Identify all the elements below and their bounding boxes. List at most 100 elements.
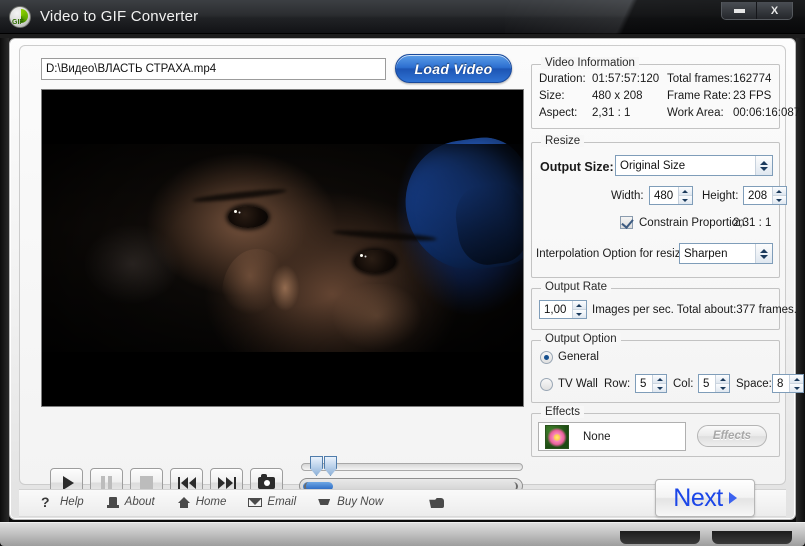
- general-label: General: [558, 351, 599, 363]
- output-option-legend: Output Option: [541, 333, 621, 345]
- row-stepper[interactable]: [652, 375, 666, 392]
- window-controls: X: [721, 2, 793, 20]
- frame-rate-label: Frame Rate:: [667, 90, 731, 102]
- width-down-icon: [678, 195, 692, 204]
- output-size-label: Output Size:: [540, 160, 614, 174]
- nose-highlight: [267, 264, 303, 324]
- space-up-icon: [790, 375, 803, 383]
- about-button[interactable]: About: [106, 495, 155, 509]
- space-input[interactable]: 8: [772, 374, 804, 393]
- width-input[interactable]: 480: [649, 186, 693, 205]
- effect-preview[interactable]: None: [538, 422, 686, 451]
- email-button[interactable]: Email: [248, 495, 296, 509]
- height-stepper[interactable]: [771, 187, 786, 204]
- col-input[interactable]: 5: [698, 374, 730, 393]
- buy-now-label: Buy Now: [337, 496, 384, 508]
- play-icon: [62, 475, 74, 490]
- general-radio[interactable]: [540, 351, 553, 364]
- client-area: D:\Видео\ВЛАСТЬ СТРАХА.mp4 Load Video Vi…: [9, 38, 804, 520]
- help-button[interactable]: ? Help: [41, 495, 84, 509]
- effect-name: None: [583, 430, 611, 443]
- tvwall-radio[interactable]: [540, 378, 553, 391]
- constrain-proportion-label: Constrain Proportion: [639, 217, 745, 229]
- output-rate-group: Output Rate 1,00 Images per sec. Total a…: [531, 281, 797, 330]
- output-rate-description: Images per sec. Total about:377 frames.: [592, 304, 797, 316]
- constrain-proportion-ratio: 2,31 : 1: [733, 217, 772, 229]
- title-bar: GIF Video to GIF Converter X: [0, 0, 805, 34]
- height-input[interactable]: 208: [743, 186, 787, 205]
- buy-now-button[interactable]: Buy Now: [318, 495, 383, 509]
- rate-down-icon: [572, 309, 586, 318]
- space-stepper[interactable]: [789, 375, 803, 392]
- brow-left: [191, 187, 288, 204]
- range-slider-track[interactable]: [301, 456, 523, 476]
- space-down-icon: [790, 383, 803, 392]
- output-rate-stepper[interactable]: [571, 301, 586, 318]
- work-area-value: 00:06:16:087: [733, 107, 801, 119]
- interpolation-select[interactable]: Sharpen: [679, 243, 773, 264]
- size-value: 480 x 208: [592, 90, 643, 102]
- envelope-icon: [248, 495, 263, 509]
- row-up-icon: [653, 375, 666, 383]
- load-video-label: Load Video: [414, 60, 493, 77]
- output-rate-legend: Output Rate: [541, 281, 612, 293]
- eye-glint-right: [360, 254, 363, 257]
- window-title: Video to GIF Converter: [40, 8, 199, 25]
- minimize-icon: [733, 8, 745, 13]
- row-value: 5: [640, 377, 647, 390]
- range-marker-end[interactable]: [324, 456, 337, 476]
- row-down-icon: [653, 383, 666, 392]
- close-button[interactable]: X: [757, 2, 792, 19]
- effects-legend: Effects: [541, 406, 584, 418]
- chevron-right-icon: [728, 492, 737, 504]
- next-label: Next: [673, 483, 723, 512]
- camera-icon: [258, 473, 275, 489]
- col-value: 5: [703, 377, 710, 390]
- book-icon: [106, 495, 120, 509]
- width-stepper[interactable]: [677, 187, 692, 204]
- load-video-button[interactable]: Load Video: [395, 54, 512, 83]
- home-button[interactable]: Home: [177, 495, 226, 509]
- range-marker-start[interactable]: [310, 456, 323, 476]
- stop-icon: [140, 476, 153, 489]
- minimize-button[interactable]: [722, 2, 757, 19]
- output-rate-input[interactable]: 1,00: [539, 300, 587, 319]
- rate-up-icon: [572, 301, 586, 309]
- interpolation-label: Interpolation Option for resize:: [536, 248, 691, 260]
- question-mark-icon: ?: [41, 494, 50, 510]
- house-icon: [177, 495, 191, 509]
- total-frames-label: Total frames:: [667, 73, 733, 85]
- video-frame-image: [42, 131, 523, 364]
- next-button[interactable]: Next: [655, 479, 755, 517]
- video-preview[interactable]: [41, 89, 524, 407]
- resize-legend: Resize: [541, 135, 585, 147]
- about-label: About: [124, 496, 155, 508]
- base-foot-left: [620, 531, 700, 544]
- height-value: 208: [748, 189, 768, 202]
- col-label: Col:: [673, 378, 694, 390]
- constrain-proportion-checkbox[interactable]: [620, 216, 633, 229]
- work-area-label: Work Area:: [667, 107, 724, 119]
- email-label: Email: [267, 496, 297, 508]
- help-label: Help: [60, 496, 84, 508]
- open-folder-button[interactable]: [429, 495, 448, 509]
- gif-pie-icon: GIF: [9, 6, 31, 28]
- window-base-bar: [0, 522, 805, 546]
- effects-button[interactable]: Effects: [697, 425, 767, 447]
- interpolation-chevron-icon[interactable]: [755, 244, 772, 263]
- row-label: Row:: [604, 378, 631, 390]
- output-size-chevron-icon[interactable]: [755, 156, 772, 175]
- letterbox-top: [42, 90, 523, 144]
- total-frames-value: 162774: [733, 73, 772, 85]
- row-input[interactable]: 5: [635, 374, 667, 393]
- shopping-cart-icon: [318, 495, 332, 509]
- video-path-input[interactable]: D:\Видео\ВЛАСТЬ СТРАХА.mp4: [41, 58, 386, 80]
- pause-icon: [101, 476, 112, 489]
- eye-glint-left: [234, 210, 237, 213]
- letterbox-bottom: [42, 352, 523, 406]
- col-stepper[interactable]: [715, 375, 729, 392]
- duration-value: 01:57:57:120: [592, 73, 660, 85]
- previous-frame-icon: [177, 476, 196, 489]
- output-size-select[interactable]: Original Size: [615, 155, 773, 176]
- next-frame-icon: [217, 476, 236, 489]
